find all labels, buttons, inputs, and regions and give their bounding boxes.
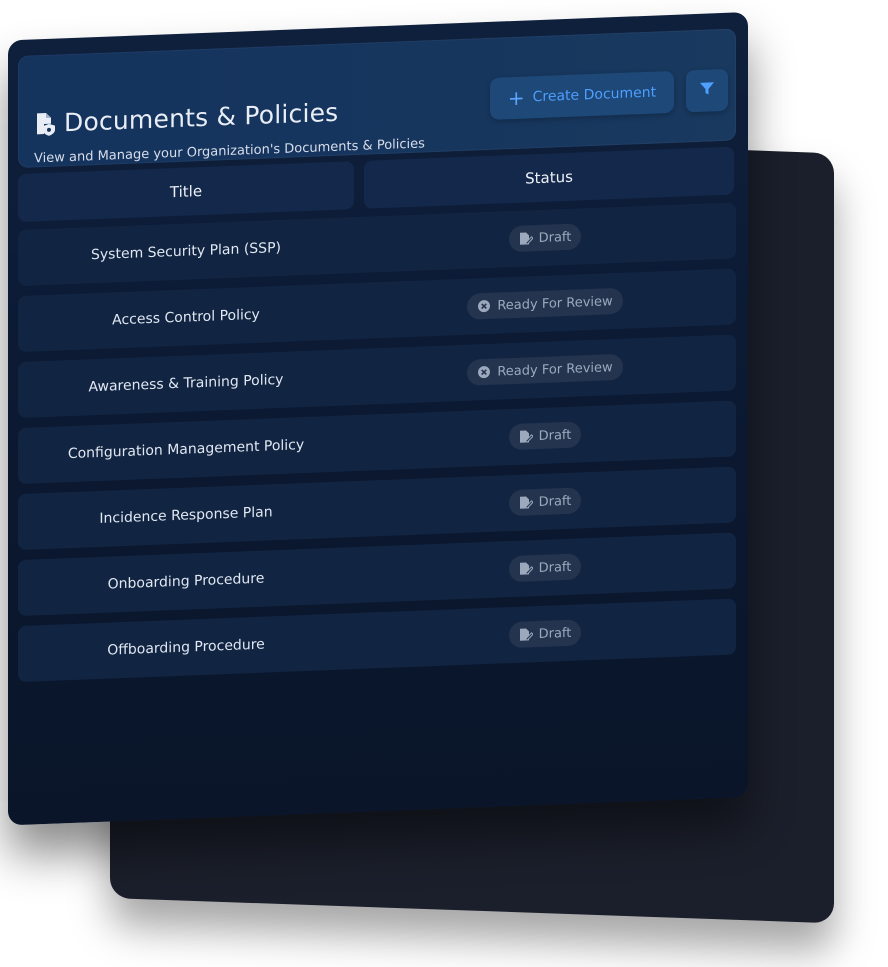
status-cell: Draft: [354, 547, 736, 588]
pen-document-icon: [519, 495, 533, 510]
status-cell: Draft: [354, 217, 736, 258]
stage: Documents & Policies View and Manage you…: [0, 0, 888, 967]
document-shield-icon: [34, 111, 56, 136]
status-badge: Draft: [508, 223, 582, 253]
status-label: Draft: [538, 625, 572, 642]
status-cell: Draft: [354, 613, 736, 654]
pen-document-icon: [519, 231, 533, 246]
title-row: Documents & Policies: [34, 98, 338, 139]
page-title: Documents & Policies: [64, 97, 339, 138]
status-label: Ready For Review: [497, 359, 613, 380]
pen-document-icon: [519, 627, 533, 642]
filter-button[interactable]: [686, 68, 728, 113]
status-cell: Draft: [354, 415, 736, 456]
status-badge: Draft: [508, 553, 582, 583]
status-cell: Ready For Review: [354, 283, 736, 324]
status-label: Draft: [538, 559, 572, 576]
document-title: Configuration Management Policy: [67, 437, 305, 463]
document-title: Incidence Response Plan: [99, 504, 273, 527]
status-label: Draft: [538, 427, 572, 444]
document-title: Onboarding Procedure: [107, 570, 265, 593]
status-badge: Ready For Review: [467, 353, 623, 386]
status-cell: Ready For Review: [354, 349, 736, 390]
filter-icon: [699, 80, 715, 102]
document-title: Access Control Policy: [112, 306, 260, 329]
status-badge: Draft: [508, 619, 582, 649]
plus-icon: +: [507, 85, 525, 111]
status-label: Ready For Review: [497, 293, 613, 314]
documents-table: Title Status System Security Plan (SSP) …: [18, 146, 736, 692]
status-label: Draft: [538, 229, 572, 246]
x-circle-icon: [477, 365, 491, 380]
column-header-status[interactable]: Status: [364, 146, 734, 209]
x-circle-icon: [477, 299, 491, 314]
header: Documents & Policies View and Manage you…: [18, 28, 736, 169]
status-label: Draft: [538, 493, 572, 510]
pen-document-icon: [519, 429, 533, 444]
create-document-label: Create Document: [532, 84, 657, 106]
document-title: Awareness & Training Policy: [88, 371, 284, 396]
create-document-button[interactable]: + Create Document: [490, 70, 674, 120]
document-title: System Security Plan (SSP): [91, 239, 281, 264]
column-header-title[interactable]: Title: [18, 161, 354, 223]
status-badge: Ready For Review: [467, 287, 623, 320]
status-cell: Draft: [354, 481, 736, 522]
status-badge: Draft: [508, 421, 582, 451]
pen-document-icon: [519, 561, 533, 576]
documents-panel: Documents & Policies View and Manage you…: [8, 12, 748, 826]
status-badge: Draft: [508, 487, 582, 517]
document-title: Offboarding Procedure: [107, 636, 265, 659]
